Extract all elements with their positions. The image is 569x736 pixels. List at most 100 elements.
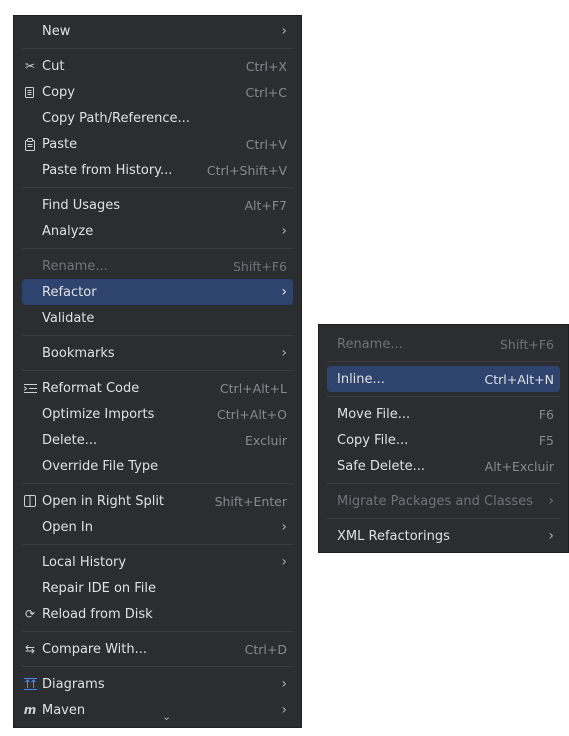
- shortcut-label: Ctrl+Alt+N: [484, 371, 554, 387]
- separator: [327, 518, 560, 519]
- shortcut-label: Ctrl+Alt+O: [217, 406, 287, 422]
- chevron-right-icon: ›: [281, 519, 287, 535]
- reformat-icon: [22, 380, 38, 396]
- menu-item-rename[interactable]: Rename... Shift+F6: [22, 253, 293, 279]
- menu-item-label: Paste from History...: [42, 162, 173, 178]
- copy-icon: [22, 84, 38, 100]
- separator: [327, 396, 560, 397]
- shortcut-label: Alt+F7: [244, 197, 287, 213]
- menu-item-label: Find Usages: [42, 197, 121, 213]
- menu-item-label: New: [42, 23, 71, 39]
- submenu-item-migrate[interactable]: Migrate Packages and Classes ›: [327, 488, 560, 514]
- menu-item-find-usages[interactable]: Find Usages Alt+F7: [22, 192, 293, 218]
- paste-icon: [22, 136, 38, 152]
- submenu-item-rename[interactable]: Rename... Shift+F6: [327, 331, 560, 357]
- menu-item-label: Copy File...: [337, 432, 409, 448]
- separator: [22, 248, 293, 249]
- menu-item-validate[interactable]: Validate: [22, 305, 293, 331]
- menu-item-override-file-type[interactable]: Override File Type: [22, 453, 293, 479]
- menu-item-open-right-split[interactable]: Open in Right Split Shift+Enter: [22, 488, 293, 514]
- menu-item-label: Repair IDE on File: [42, 580, 157, 596]
- menu-item-label: XML Refactorings: [337, 528, 450, 544]
- menu-item-label: Compare With...: [42, 641, 148, 657]
- menu-item-label: Validate: [42, 310, 95, 326]
- separator: [22, 544, 293, 545]
- separator: [327, 361, 560, 362]
- menu-item-bookmarks[interactable]: Bookmarks ›: [22, 340, 293, 366]
- menu-item-refactor[interactable]: Refactor ›: [22, 279, 293, 305]
- menu-item-cut[interactable]: ✂ Cut Ctrl+X: [22, 53, 293, 79]
- menu-item-label: Safe Delete...: [337, 458, 426, 474]
- submenu-item-inline[interactable]: Inline... Ctrl+Alt+N: [327, 366, 560, 392]
- chevron-right-icon: ›: [281, 676, 287, 692]
- menu-item-label: Open In: [42, 519, 93, 535]
- submenu-item-xml-refactorings[interactable]: XML Refactorings ›: [327, 523, 560, 549]
- menu-item-compare-with[interactable]: ⇆ Compare With... Ctrl+D: [22, 636, 293, 662]
- shortcut-label: Ctrl+C: [245, 84, 287, 100]
- shortcut-label: Shift+F6: [232, 258, 287, 274]
- menu-item-copy-path[interactable]: Copy Path/Reference...: [22, 105, 293, 131]
- menu-item-label: Optimize Imports: [42, 406, 155, 422]
- reload-icon: ⟳: [24, 607, 36, 621]
- diagrams-icon: [22, 676, 38, 692]
- shortcut-label: Shift+Enter: [214, 493, 287, 509]
- menu-item-label: Refactor: [42, 284, 97, 300]
- shortcut-label: F5: [538, 432, 554, 448]
- menu-item-delete[interactable]: Delete... Excluir: [22, 427, 293, 453]
- menu-item-local-history[interactable]: Local History ›: [22, 549, 293, 575]
- separator: [22, 335, 293, 336]
- menu-item-open-in[interactable]: Open In ›: [22, 514, 293, 540]
- menu-item-reload-from-disk[interactable]: ⟳ Reload from Disk: [22, 601, 293, 627]
- menu-item-label: Rename...: [337, 336, 403, 352]
- maven-icon: m: [23, 703, 37, 717]
- submenu-item-safe-delete[interactable]: Safe Delete... Alt+Excluir: [327, 453, 560, 479]
- submenu-item-copy-file[interactable]: Copy File... F5: [327, 427, 560, 453]
- shortcut-label: F6: [538, 406, 554, 422]
- separator: [22, 631, 293, 632]
- menu-item-analyze[interactable]: Analyze ›: [22, 218, 293, 244]
- chevron-right-icon: ›: [281, 284, 287, 300]
- submenu-item-move-file[interactable]: Move File... F6: [327, 401, 560, 427]
- chevron-right-icon: ›: [281, 23, 287, 39]
- context-menu: New › ✂ Cut Ctrl+X Copy Ctrl+C Copy Path…: [13, 15, 302, 728]
- shortcut-label: Excluir: [245, 432, 287, 448]
- separator: [327, 483, 560, 484]
- menu-item-label: Copy: [42, 84, 75, 100]
- shortcut-label: Ctrl+Shift+V: [206, 162, 287, 178]
- chevron-right-icon: ›: [281, 345, 287, 361]
- scroll-down-chevron-icon[interactable]: ⌄: [162, 710, 171, 723]
- compare-icon: ⇆: [24, 642, 36, 656]
- shortcut-label: Ctrl+V: [245, 136, 287, 152]
- chevron-right-icon: ›: [548, 493, 554, 509]
- menu-item-maven[interactable]: m Maven ›: [22, 697, 293, 723]
- separator: [22, 370, 293, 371]
- menu-item-label: Reload from Disk: [42, 606, 153, 622]
- menu-item-label: Copy Path/Reference...: [42, 110, 190, 126]
- menu-item-copy[interactable]: Copy Ctrl+C: [22, 79, 293, 105]
- chevron-right-icon: ›: [281, 702, 287, 718]
- menu-item-diagrams[interactable]: Diagrams ›: [22, 671, 293, 697]
- separator: [22, 483, 293, 484]
- menu-item-paste[interactable]: Paste Ctrl+V: [22, 131, 293, 157]
- menu-item-label: Maven: [42, 702, 86, 718]
- split-icon: [22, 493, 38, 509]
- menu-item-new[interactable]: New ›: [22, 18, 293, 44]
- separator: [22, 666, 293, 667]
- menu-item-label: Reformat Code: [42, 380, 140, 396]
- menu-item-paste-history[interactable]: Paste from History... Ctrl+Shift+V: [22, 157, 293, 183]
- menu-item-reformat-code[interactable]: Reformat Code Ctrl+Alt+L: [22, 375, 293, 401]
- chevron-right-icon: ›: [281, 223, 287, 239]
- menu-item-label: Delete...: [42, 432, 98, 448]
- shortcut-label: Shift+F6: [499, 336, 554, 352]
- menu-item-optimize-imports[interactable]: Optimize Imports Ctrl+Alt+O: [22, 401, 293, 427]
- separator: [22, 48, 293, 49]
- chevron-right-icon: ›: [281, 554, 287, 570]
- menu-item-label: Inline...: [337, 371, 385, 387]
- shortcut-label: Ctrl+Alt+L: [219, 380, 287, 396]
- menu-item-label: Bookmarks: [42, 345, 115, 361]
- scissors-icon: ✂: [24, 59, 36, 73]
- menu-item-label: Analyze: [42, 223, 94, 239]
- menu-item-label: Cut: [42, 58, 65, 74]
- shortcut-label: Ctrl+X: [245, 58, 287, 74]
- menu-item-repair-ide[interactable]: Repair IDE on File: [22, 575, 293, 601]
